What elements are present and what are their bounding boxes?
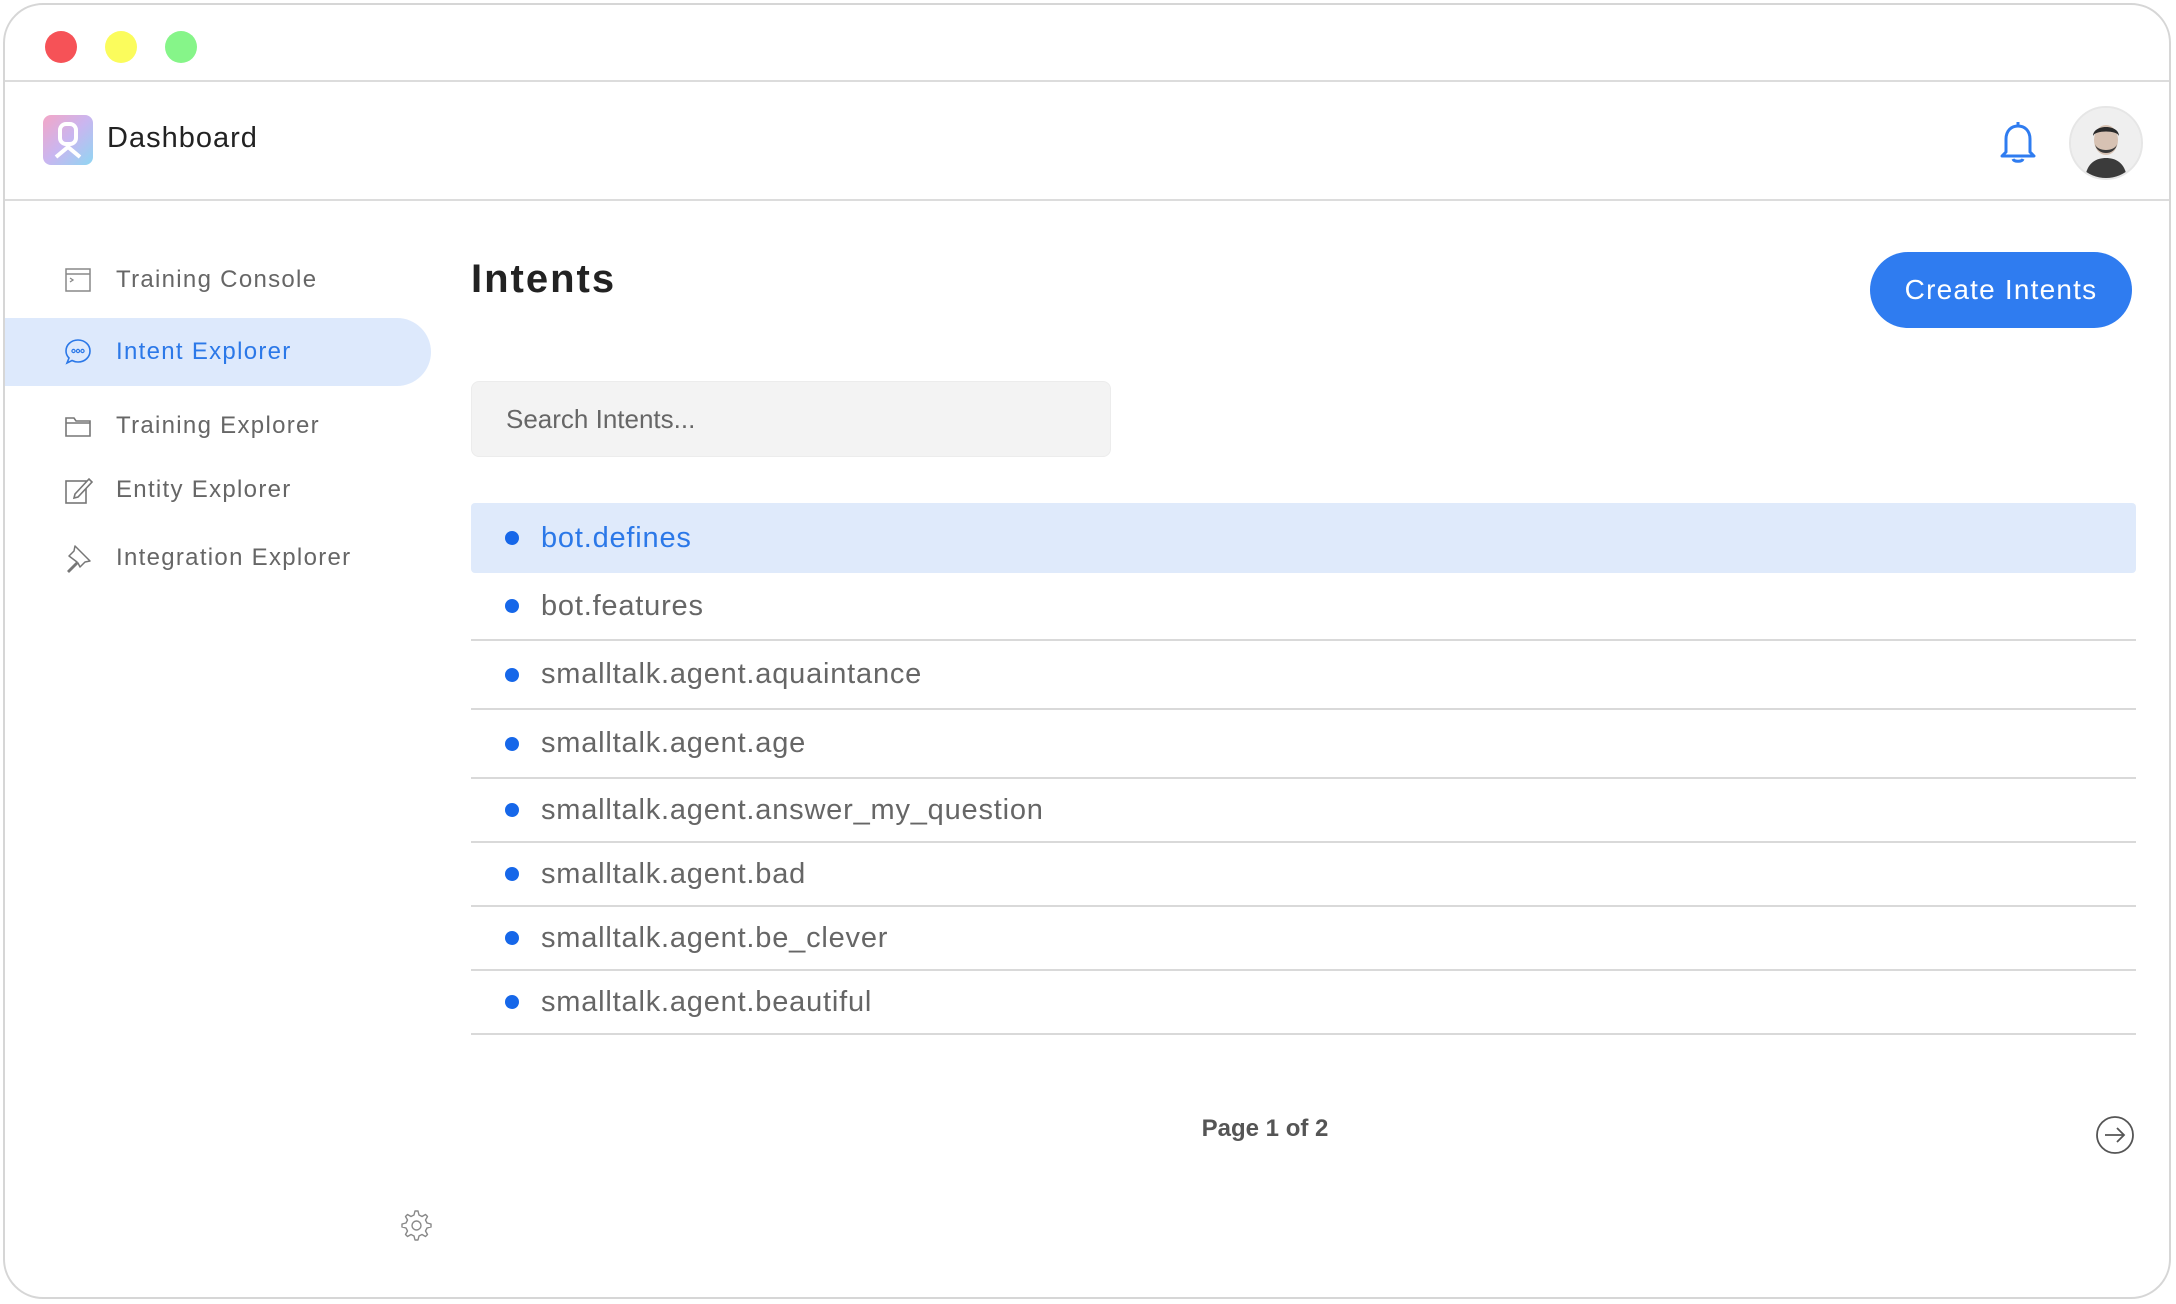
intent-list: bot.defines bot.features smalltalk.agent… — [471, 503, 2136, 1035]
gear-icon[interactable] — [397, 1207, 433, 1243]
bullet-icon — [505, 867, 519, 881]
arrow-right-circle-icon[interactable] — [2095, 1115, 2135, 1155]
minimize-window-button[interactable] — [105, 31, 137, 63]
sidebar-item-label: Intent Explorer — [116, 338, 292, 365]
bullet-icon — [505, 803, 519, 817]
bullet-icon — [505, 599, 519, 613]
intent-label: smalltalk.agent.bad — [541, 857, 807, 890]
bell-icon[interactable] — [1998, 120, 2038, 164]
list-item[interactable]: smalltalk.agent.age — [471, 710, 2136, 779]
sidebar-item-entity-explorer[interactable]: Entity Explorer — [5, 456, 431, 524]
bullet-icon — [505, 736, 519, 751]
intent-label: smalltalk.agent.aquaintance — [541, 658, 923, 690]
sidebar-item-label: Entity Explorer — [116, 476, 292, 503]
bullet-icon — [505, 931, 519, 945]
sidebar: Training Console Intent Explorer Trainin… — [5, 201, 435, 1297]
intent-label: smalltalk.agent.answer_my_question — [541, 793, 1044, 826]
list-item[interactable]: smalltalk.agent.answer_my_question — [471, 779, 2136, 843]
app-title: Dashboard — [107, 122, 258, 154]
pin-icon — [63, 543, 93, 573]
list-item[interactable]: smalltalk.agent.aquaintance — [471, 641, 2136, 710]
intent-label: smalltalk.agent.age — [541, 727, 807, 759]
intent-label: smalltalk.agent.be_clever — [541, 921, 889, 954]
user-avatar[interactable] — [2069, 106, 2143, 180]
list-item[interactable]: smalltalk.agent.bad — [471, 843, 2136, 907]
close-window-button[interactable] — [45, 31, 77, 63]
app-logo-icon[interactable] — [43, 115, 93, 165]
console-icon — [63, 265, 93, 295]
list-item[interactable]: bot.features — [471, 573, 2136, 641]
intent-label: bot.defines — [541, 521, 692, 554]
create-intents-button[interactable]: Create Intents — [1870, 252, 2132, 328]
sidebar-item-label: Training Console — [116, 266, 318, 293]
search-input[interactable] — [471, 381, 1111, 457]
sidebar-item-integration-explorer[interactable]: Integration Explorer — [5, 524, 431, 592]
app-header: Dashboard — [5, 82, 2169, 201]
sidebar-item-label: Training Explorer — [116, 412, 320, 439]
intent-label: smalltalk.agent.beautiful — [541, 985, 873, 1018]
bullet-icon — [505, 531, 519, 545]
chat-bubble-icon — [63, 337, 93, 367]
sidebar-item-intent-explorer[interactable]: Intent Explorer — [5, 318, 431, 386]
list-item[interactable]: smalltalk.agent.beautiful — [471, 971, 2136, 1035]
edit-icon — [63, 475, 94, 505]
title-bar — [5, 5, 2169, 82]
app-window: Dashboard Training Console Intent Explor… — [3, 3, 2171, 1299]
sidebar-item-label: Integration Explorer — [116, 544, 352, 571]
bullet-icon — [505, 667, 519, 682]
intent-label: bot.features — [541, 589, 704, 622]
sidebar-item-training-console[interactable]: Training Console — [5, 246, 431, 314]
list-item[interactable]: smalltalk.agent.be_clever — [471, 907, 2136, 971]
page-title: Intents — [471, 257, 617, 301]
list-item[interactable]: bot.defines — [471, 503, 2136, 573]
folder-icon — [63, 411, 93, 441]
pagination-label: Page 1 of 2 — [1201, 1115, 1329, 1142]
bullet-icon — [505, 995, 519, 1009]
maximize-window-button[interactable] — [165, 31, 197, 63]
sidebar-item-training-explorer[interactable]: Training Explorer — [5, 392, 431, 460]
